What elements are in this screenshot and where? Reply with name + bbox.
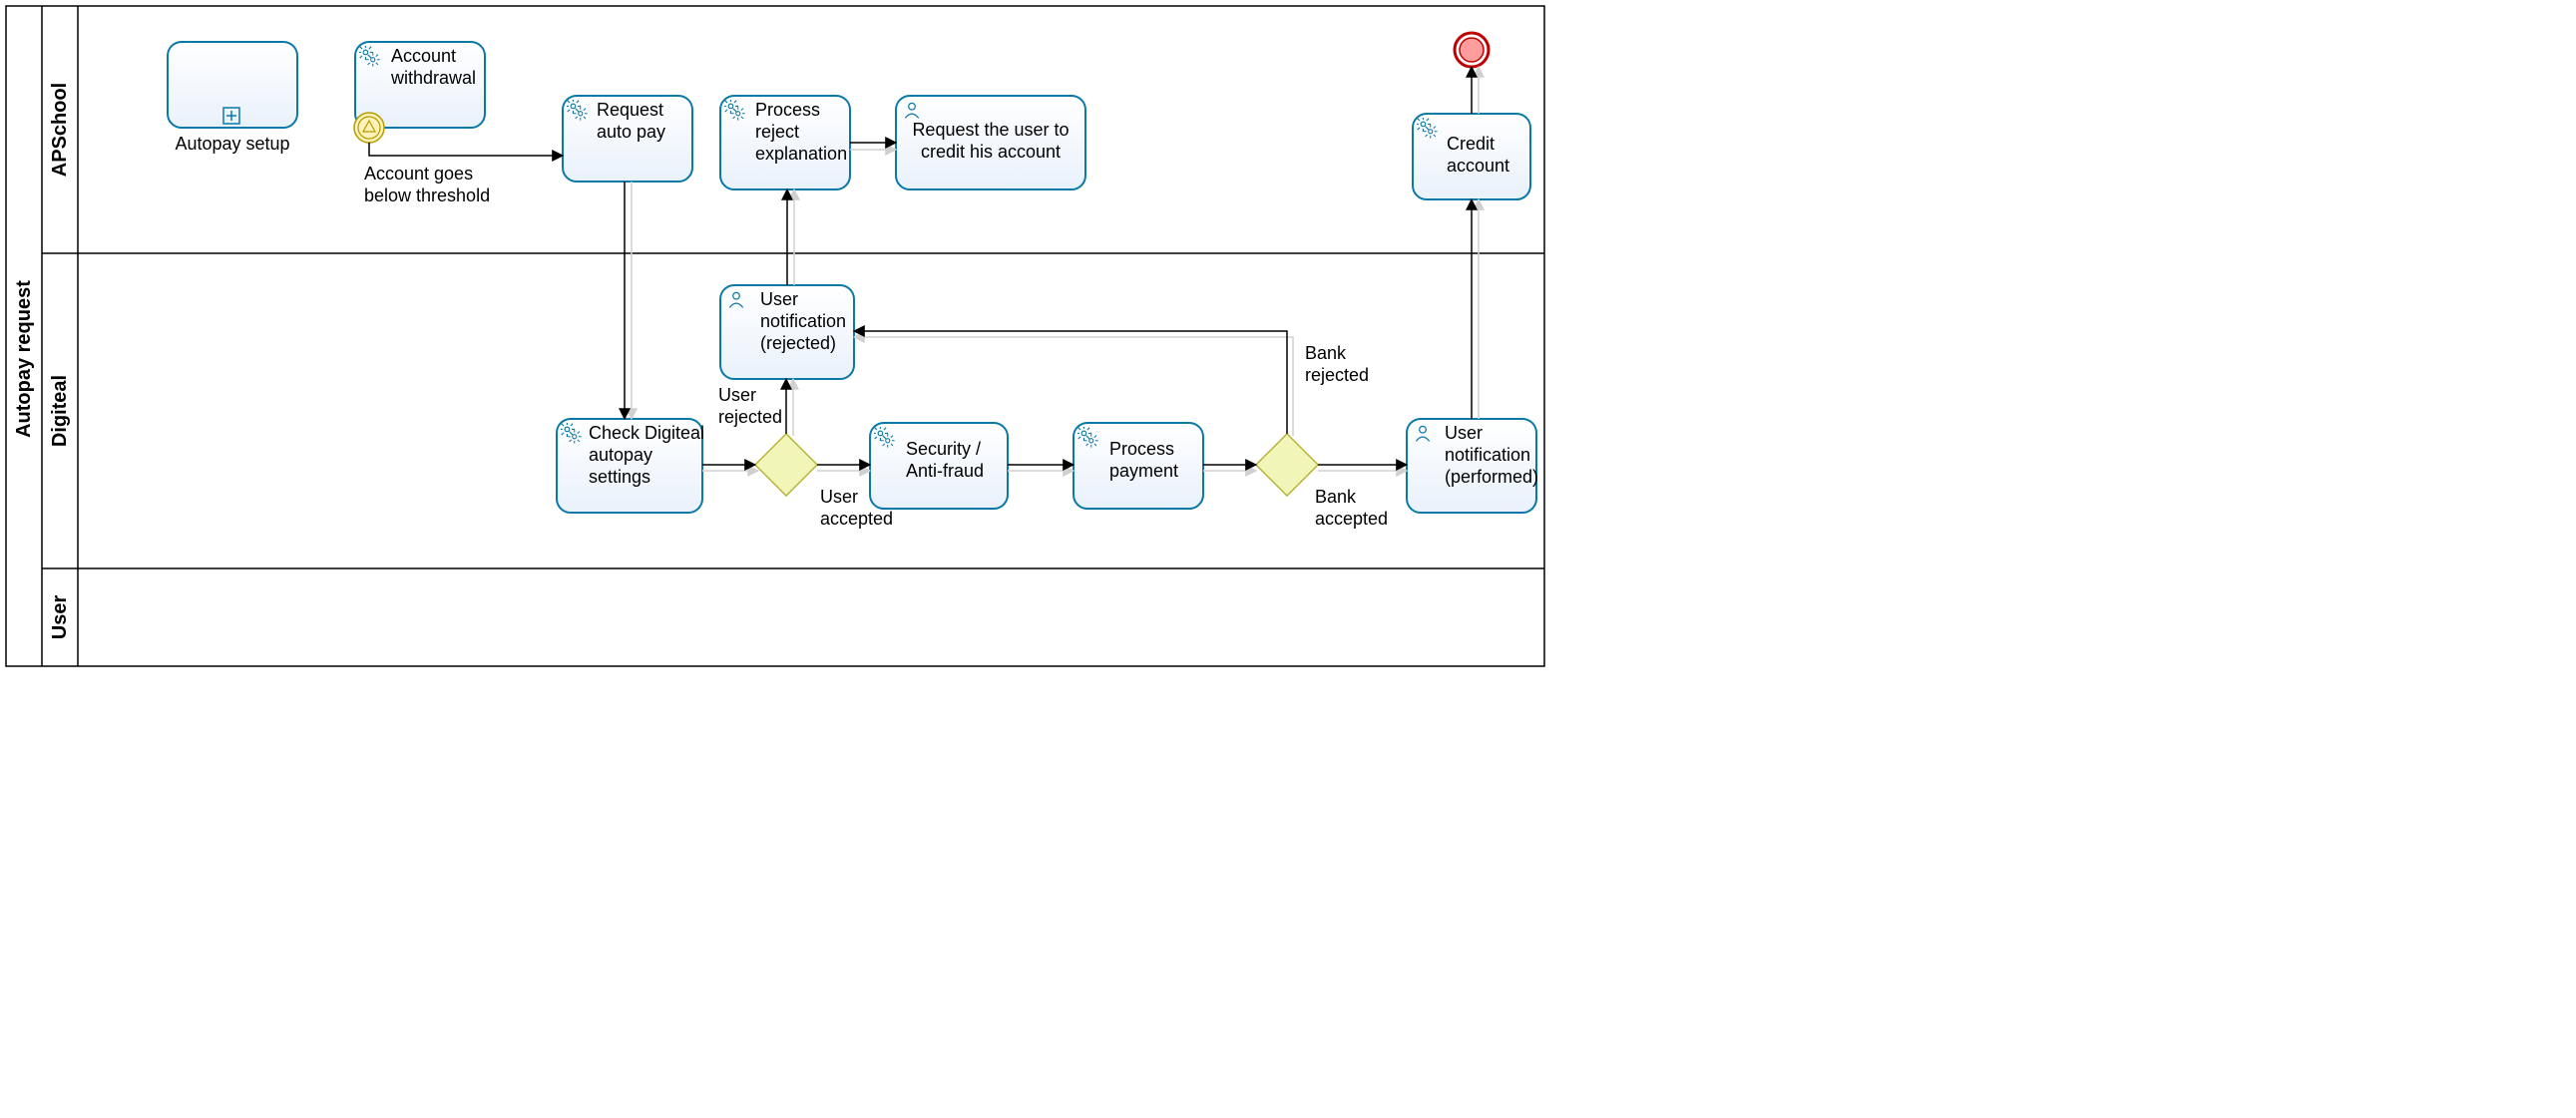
task-request-user-credit-l2: credit his account bbox=[921, 142, 1061, 162]
task-security-antifraud[interactable]: Security / Anti-fraud bbox=[870, 423, 1008, 509]
lane-label-digiteal: Digiteal bbox=[49, 375, 71, 447]
task-user-notif-rej-l2: notification bbox=[760, 311, 846, 331]
edge-threshold-l1: Account goes bbox=[364, 164, 473, 184]
edge-user-accepted-l2: accepted bbox=[820, 509, 893, 529]
task-user-notif-perf-l3: (performed) bbox=[1445, 467, 1538, 487]
task-credit-account-l2: account bbox=[1447, 156, 1509, 176]
edge-threshold-l2: below threshold bbox=[364, 186, 490, 205]
task-user-notif-rej-l3: (rejected) bbox=[760, 333, 836, 353]
task-check-settings[interactable]: Check Digiteal autopay settings bbox=[557, 419, 704, 513]
task-security-l2: Anti-fraud bbox=[906, 461, 984, 481]
task-autopay-setup[interactable] bbox=[168, 42, 297, 128]
edge-user-rejected-l1: User bbox=[718, 385, 756, 405]
edge-user-rejected-l2: rejected bbox=[718, 407, 782, 427]
edge-user-accepted-l1: User bbox=[820, 487, 858, 507]
task-check-settings-l3: settings bbox=[589, 467, 650, 487]
lane-label-apschool: APSchool bbox=[49, 83, 71, 177]
edge-bank-rejected-l2: rejected bbox=[1305, 365, 1369, 385]
task-credit-account[interactable]: Credit account bbox=[1413, 114, 1530, 199]
lane-label-user: User bbox=[49, 595, 71, 640]
task-request-autopay-l2: auto pay bbox=[597, 122, 665, 142]
task-autopay-setup-label: Autopay setup bbox=[175, 134, 289, 154]
end-event[interactable] bbox=[1455, 33, 1489, 67]
edge-bank-accepted-l2: accepted bbox=[1315, 509, 1388, 529]
task-user-notif-performed[interactable]: User notification (performed) bbox=[1407, 419, 1538, 513]
edge-bank-rejected-l1: Bank bbox=[1305, 343, 1347, 363]
task-account-withdrawal-l1: Account bbox=[391, 46, 456, 66]
task-request-user-credit[interactable]: Request the user to credit his account bbox=[896, 96, 1085, 189]
task-check-settings-l2: autopay bbox=[589, 445, 652, 465]
edge-bank-accepted-l1: Bank bbox=[1315, 487, 1357, 507]
pool-title: Autopay request bbox=[13, 280, 35, 438]
task-process-reject-l3: explanation bbox=[755, 144, 847, 164]
task-request-user-credit-l1: Request the user to bbox=[912, 120, 1069, 140]
task-user-notif-perf-l2: notification bbox=[1445, 445, 1530, 465]
task-credit-account-l1: Credit bbox=[1447, 134, 1495, 154]
task-user-notif-perf-l1: User bbox=[1445, 423, 1483, 443]
task-user-notif-rejected[interactable]: User notification (rejected) bbox=[720, 285, 854, 379]
task-request-autopay-l1: Request bbox=[597, 100, 663, 120]
task-process-reject[interactable]: Process reject explanation bbox=[720, 96, 850, 189]
task-account-withdrawal-l2: withdrawal bbox=[390, 68, 476, 88]
task-user-notif-rej-l1: User bbox=[760, 289, 798, 309]
task-process-payment-l1: Process bbox=[1109, 439, 1174, 459]
task-process-payment[interactable]: Process payment bbox=[1073, 423, 1203, 509]
boundary-event-threshold[interactable] bbox=[354, 113, 384, 143]
task-security-l1: Security / bbox=[906, 439, 981, 459]
task-check-settings-l1: Check Digiteal bbox=[589, 423, 704, 443]
task-process-reject-l1: Process bbox=[755, 100, 820, 120]
bpmn-diagram: Autopay request APSchool Digiteal User A… bbox=[0, 0, 1550, 673]
task-process-payment-l2: payment bbox=[1109, 461, 1178, 481]
task-request-autopay[interactable]: Request auto pay bbox=[563, 96, 692, 182]
task-process-reject-l2: reject bbox=[755, 122, 799, 142]
